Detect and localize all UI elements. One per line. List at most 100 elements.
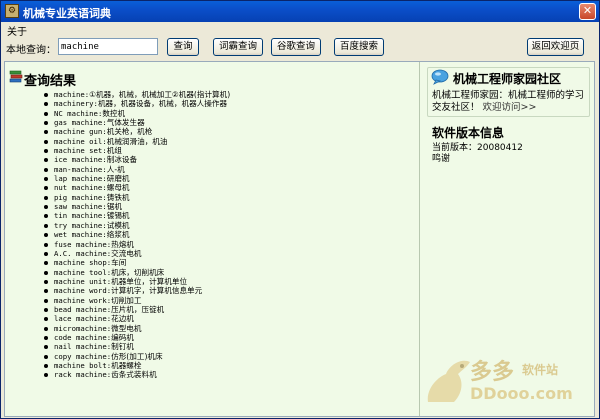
version-title: 软件版本信息 [432, 126, 505, 140]
result-definition: 研磨机 [106, 174, 130, 184]
result-definition: 切削加工 [111, 295, 142, 305]
result-item[interactable]: A.C. machine:交流电机 [43, 249, 230, 258]
results-pane[interactable]: 查询结果 machine:①机器，机械，机械加工②机器(指计算机) machine… [5, 62, 419, 416]
result-term: machine oil [54, 136, 103, 146]
version-value: 20080412 [477, 143, 523, 153]
result-definition: 试模机 [106, 220, 130, 230]
result-term: NC machine [54, 108, 98, 118]
result-item[interactable]: machine word:计算机字，计算机信息单元 [43, 286, 230, 295]
result-definition: 机器螺栓 [111, 360, 142, 370]
result-term: pig machine [54, 192, 103, 202]
result-term: machine gun [54, 127, 103, 137]
result-term: A.C. machine [54, 248, 107, 258]
result-term: machinery [54, 99, 94, 109]
app-icon: ⚙ [5, 4, 19, 18]
result-definition: 机关枪，机枪 [106, 127, 153, 137]
result-item[interactable]: NC machine:数控机 [43, 109, 230, 118]
result-term: copy machine [54, 351, 107, 361]
result-item[interactable]: machine oil:机械润滑油，机油 [43, 137, 230, 146]
result-definition: 制冰设备 [106, 155, 138, 165]
result-definition: 螺母机 [106, 183, 130, 193]
close-icon: ✕ [582, 4, 593, 17]
result-item[interactable]: machine shop:车间 [43, 258, 230, 267]
result-item[interactable]: micromachine:微型电机 [43, 324, 230, 333]
book-icon [9, 70, 23, 83]
result-item[interactable]: machine:①机器，机械，机械加工②机器(指计算机) [43, 90, 230, 99]
menu-bar: 关于 [3, 23, 31, 38]
content-area: 查询结果 machine:①机器，机械，机械加工②机器(指计算机) machine… [4, 61, 595, 417]
app-window: ⚙ 机械专业英语词典 ✕ 关于 本地查询： 查询 词霸查询 谷歌查询 百度搜索 … [0, 0, 600, 419]
speech-bubble-icon [431, 69, 449, 85]
result-item[interactable]: machine bolt:机器螺栓 [43, 361, 230, 370]
community-description: 机械工程师家园：机械工程师的学习交友社区！ 欢迎访问>> [432, 90, 592, 114]
result-definition: 编码机 [111, 332, 134, 342]
toolbar: 本地查询： 查询 词霸查询 谷歌查询 百度搜索 返回欢迎页 [1, 37, 599, 59]
result-item[interactable]: machine unit:机器单位，计算机单位 [43, 277, 230, 286]
result-definition: 仿形(加工)机床 [111, 351, 163, 361]
result-item[interactable]: pig machine:铸铁机 [43, 193, 230, 202]
result-item[interactable]: bead machine:压片机，压锭机 [43, 305, 230, 314]
result-item[interactable]: nail machine:制钉机 [43, 342, 230, 351]
community-title: 机械工程师家园社区 [453, 72, 562, 86]
title-bar[interactable]: ⚙ 机械专业英语词典 ✕ [1, 1, 599, 22]
result-definition: 人-机 [106, 164, 125, 174]
result-term: tin machine [54, 211, 103, 221]
result-term: fuse machine [54, 239, 107, 249]
result-item[interactable]: machine tool:机床，切削机床 [43, 268, 230, 277]
watermark: 多多 软件站 DDooo.com [418, 352, 588, 410]
baidu-search-button[interactable]: 百度搜索 [334, 38, 384, 56]
visit-link[interactable]: 欢迎访问>> [483, 102, 537, 113]
home-button[interactable]: 返回欢迎页 [527, 38, 584, 56]
result-item[interactable]: ice machine:制冰设备 [43, 155, 230, 164]
result-definition: 气体发生器 [106, 118, 145, 128]
result-term: nut machine [54, 183, 103, 193]
result-term: rack machine [54, 370, 107, 380]
result-definition: 机器单位，计算机单位 [111, 276, 188, 286]
result-item[interactable]: copy machine:仿形(加工)机床 [43, 352, 230, 361]
google-query-button[interactable]: 谷歌查询 [271, 38, 321, 56]
search-input[interactable] [58, 38, 158, 55]
result-definition: 车间 [111, 258, 127, 268]
result-item[interactable]: gas machine:气体发生器 [43, 118, 230, 127]
result-item[interactable]: wet machine:络浆机 [43, 230, 230, 239]
result-term: micromachine [54, 323, 107, 333]
result-definition: 数控机 [102, 108, 126, 118]
result-item[interactable]: tin machine:镀锡机 [43, 211, 230, 220]
result-definition: 机器，机器设备，机械，机器人操作器 [97, 99, 228, 109]
result-item[interactable]: man-machine:人-机 [43, 165, 230, 174]
result-definition: ①机器，机械，机械加工②机器(指计算机) [89, 90, 231, 99]
result-term: machine tool [54, 267, 107, 277]
result-definition: 制钉机 [111, 342, 134, 352]
result-definition: 热熔机 [111, 239, 134, 249]
result-term: man-machine [54, 164, 103, 174]
query-button[interactable]: 查询 [167, 38, 199, 56]
iciba-query-button[interactable]: 词霸查询 [213, 38, 263, 56]
result-item[interactable]: fuse machine:热熔机 [43, 240, 230, 249]
result-definition: 机械润滑油，机油 [106, 136, 168, 146]
result-term: machine shop [54, 258, 107, 268]
result-term: machine [54, 90, 85, 99]
thanks-text: 鸣谢 [432, 154, 451, 164]
result-term: machine work [54, 295, 107, 305]
result-item[interactable]: rack machine:齿条式装料机 [43, 370, 230, 379]
close-button[interactable]: ✕ [579, 3, 596, 20]
result-term: lace machine [54, 314, 107, 324]
result-term: ice machine [54, 155, 103, 165]
result-definition: 齿条式装料机 [111, 370, 157, 380]
result-definition: 铸铁机 [106, 192, 130, 202]
watermark-brand: 多多 [470, 359, 515, 385]
result-item[interactable]: nut machine:螺母机 [43, 183, 230, 192]
result-item[interactable]: lace machine:花边机 [43, 314, 230, 323]
result-definition: 压片机，压锭机 [111, 304, 165, 314]
result-item[interactable]: machinery:机器，机器设备，机械，机器人操作器 [43, 99, 230, 108]
watermark-url: DDooo.com [470, 384, 573, 403]
result-item[interactable]: machine work:切削加工 [43, 296, 230, 305]
result-item[interactable]: try machine:试模机 [43, 221, 230, 230]
result-definition: 花边机 [111, 314, 134, 324]
search-label: 本地查询： [6, 45, 56, 56]
result-term: machine unit [54, 276, 107, 286]
result-item[interactable]: code machine:编码机 [43, 333, 230, 342]
result-definition: 交流电机 [111, 248, 142, 258]
result-item[interactable]: machine gun:机关枪，机枪 [43, 127, 230, 136]
result-item[interactable]: machine set:机组 [43, 146, 230, 155]
